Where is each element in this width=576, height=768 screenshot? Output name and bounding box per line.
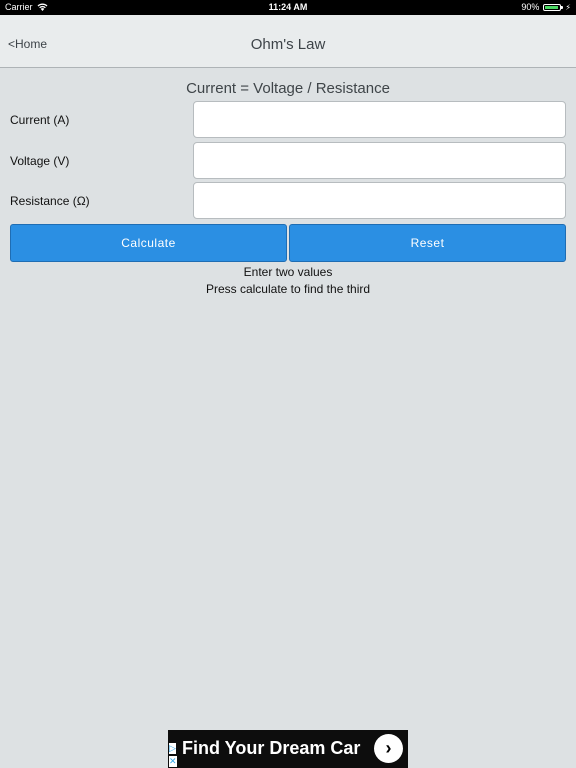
formula-label: Current = Voltage / Resistance <box>186 80 390 97</box>
ad-text[interactable]: Find Your Dream Car <box>182 738 360 759</box>
battery-percent: 90% <box>521 2 540 12</box>
clock: 11:24 AM <box>268 2 308 12</box>
voltage-field[interactable] <box>193 142 566 179</box>
calculate-button[interactable]: Calculate <box>10 224 287 262</box>
current-label: Current (A) <box>10 113 70 127</box>
current-field[interactable] <box>193 101 566 138</box>
resistance-field[interactable] <box>193 182 566 219</box>
ad-choices-icon[interactable]: ▷ <box>169 743 176 754</box>
reset-button[interactable]: Reset <box>289 224 566 262</box>
battery-icon <box>543 3 564 11</box>
chevron-right-icon[interactable]: › <box>374 734 403 763</box>
ad-banner[interactable]: ▷ ✕ Find Your Dream Car › <box>168 730 408 768</box>
charging-icon: ⚡ <box>565 2 571 12</box>
status-bar: Carrier 11:24 AM 90% ⚡ <box>0 0 576 15</box>
page-title: Ohm's Law <box>250 36 326 53</box>
battery-info: 90% ⚡ <box>521 2 571 12</box>
ad-close-icon[interactable]: ✕ <box>169 756 177 767</box>
navigation-bar: <Home Ohm's Law <box>0 15 576 68</box>
hint-text-2: Press calculate to find the third <box>205 282 371 296</box>
resistance-label: Resistance (Ω) <box>10 194 90 208</box>
hint-text-1: Enter two values <box>243 265 333 279</box>
voltage-label: Voltage (V) <box>10 154 70 168</box>
